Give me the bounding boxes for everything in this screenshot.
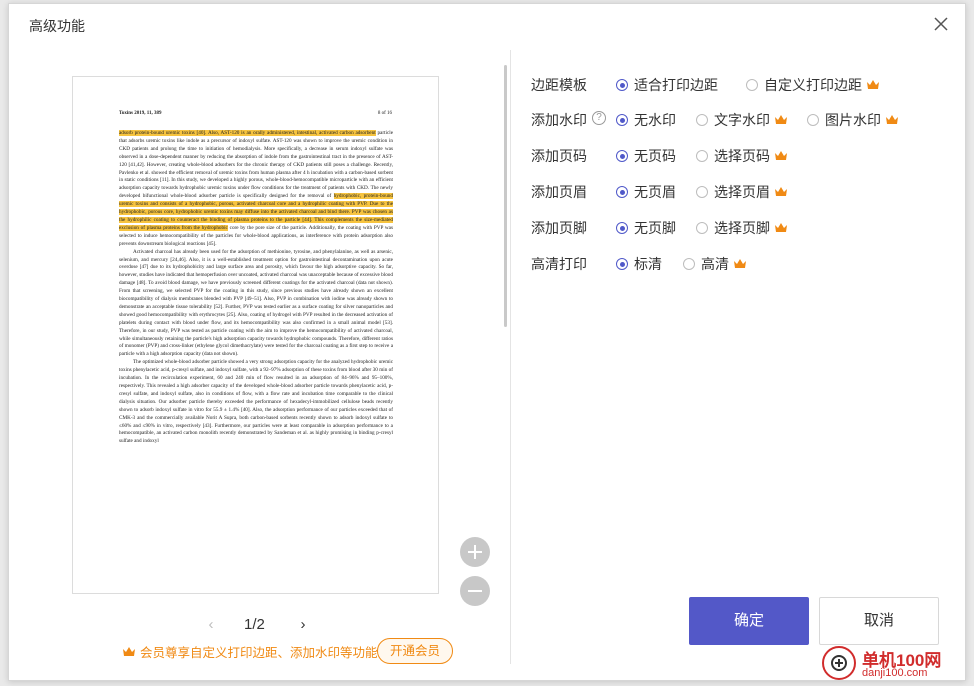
radio-button-icon <box>696 114 708 126</box>
vip-crown-icon <box>734 259 746 268</box>
confirm-button[interactable]: 确定 <box>689 597 809 645</box>
vip-crown-icon <box>867 80 879 89</box>
radio-option[interactable]: 自定义打印边距 <box>746 75 880 95</box>
radio-option[interactable]: 适合打印边距 <box>616 75 718 95</box>
radio-option-label: 自定义打印边距 <box>764 77 862 93</box>
option-label: 添加页眉 <box>531 184 587 200</box>
page-navigator: ‹ 1/2 › <box>204 616 314 636</box>
vip-crown-icon <box>775 151 787 160</box>
document-paragraph: Activated charcoal has already been used… <box>119 249 393 360</box>
vip-crown-icon <box>886 115 898 124</box>
vip-crown-icon <box>775 223 787 232</box>
minus-circle-icon <box>468 590 482 592</box>
radio-button-icon <box>807 114 819 126</box>
vip-promo-text: 会员尊享自定义打印边距、添加水印等功能 <box>140 646 378 660</box>
radio-option-label: 无页码 <box>634 148 676 164</box>
close-icon[interactable] <box>931 14 951 34</box>
radio-button-icon <box>746 79 758 91</box>
radio-button-icon <box>616 150 628 162</box>
prev-page-button[interactable]: ‹ <box>204 616 218 633</box>
option-label: 高清打印 <box>531 256 587 272</box>
radio-option[interactable]: 无页码 <box>616 146 676 166</box>
radio-button-icon <box>616 79 628 91</box>
radio-option[interactable]: 选择页眉 <box>696 182 788 202</box>
option-label: 添加页码 <box>531 148 587 164</box>
radio-option[interactable]: 无页脚 <box>616 218 676 238</box>
panel-divider <box>510 50 511 664</box>
radio-button-icon <box>696 222 708 234</box>
highlighted-text: adsorb protein-bound uremic toxins [40].… <box>119 130 376 136</box>
option-row: 高清打印 标清 高清 <box>531 252 951 274</box>
plus-circle-icon <box>468 545 482 559</box>
radio-option[interactable]: 标清 <box>616 254 662 274</box>
site-watermark: 单机100网 danji100.com <box>822 646 972 684</box>
option-row: 添加页眉 无页眉 选择页眉 <box>531 180 951 202</box>
radio-option-label: 图片水印 <box>825 112 881 128</box>
option-row: 边距模板 适合打印边距 自定义打印边距 <box>531 73 951 95</box>
radio-option-label: 无页眉 <box>634 184 676 200</box>
radio-button-icon <box>696 186 708 198</box>
radio-option-label: 无水印 <box>634 112 676 128</box>
radio-option-label: 标清 <box>634 256 662 272</box>
radio-option[interactable]: 文字水印 <box>696 110 788 130</box>
radio-button-icon <box>616 222 628 234</box>
radio-option-label: 文字水印 <box>714 112 770 128</box>
preview-scrollbar[interactable] <box>504 65 507 327</box>
cancel-button[interactable]: 取消 <box>819 597 939 645</box>
radio-button-icon <box>616 258 628 270</box>
document-journal: Toxins 2019, 11, 389 <box>119 111 162 116</box>
document-paragraph: The optimized whole-blood adsorber parti… <box>119 359 393 446</box>
next-page-button[interactable]: › <box>296 616 310 633</box>
radio-option-label: 选择页脚 <box>714 220 770 236</box>
option-row: 添加页脚 无页脚 选择页脚 <box>531 216 951 238</box>
vip-promo: 会员尊享自定义打印边距、添加水印等功能 <box>122 642 378 662</box>
option-label: 边距模板 <box>531 77 587 93</box>
document-preview: Toxins 2019, 11, 389 8 of 16 adsorb prot… <box>72 76 439 594</box>
page-indicator: 1/2 <box>244 616 265 633</box>
document-header: Toxins 2019, 11, 389 8 of 16 <box>119 111 392 121</box>
vip-crown-icon <box>775 187 787 196</box>
open-membership-button[interactable]: 开通会员 <box>377 638 453 664</box>
radio-option[interactable]: 高清 <box>683 254 747 274</box>
radio-button-icon <box>616 114 628 126</box>
paragraph-text: particle that adsorbs uremic toxins like… <box>119 130 393 200</box>
site-logo-icon <box>822 646 856 680</box>
radio-option-label: 无页脚 <box>634 220 676 236</box>
radio-button-icon <box>616 186 628 198</box>
radio-button-icon <box>696 150 708 162</box>
dialog-title: 高级功能 <box>29 18 85 34</box>
radio-option[interactable]: 无水印 <box>616 110 676 130</box>
radio-option[interactable]: 无页眉 <box>616 182 676 202</box>
document-page-number: 8 of 16 <box>377 111 392 116</box>
zoom-out-button[interactable] <box>460 576 490 606</box>
radio-option-label: 选择页码 <box>714 148 770 164</box>
radio-option-label: 高清 <box>701 256 729 272</box>
help-icon[interactable]: ? <box>592 111 606 125</box>
watermark-url: danji100.com <box>862 667 928 679</box>
option-row: 添加水印? 无水印 文字水印 图片水印 <box>531 108 951 130</box>
paragraph-text: The optimized whole-blood adsorber parti… <box>119 359 393 445</box>
option-label: 添加水印 <box>531 112 587 128</box>
radio-option[interactable]: 选择页脚 <box>696 218 788 238</box>
radio-option-label: 适合打印边距 <box>634 77 718 93</box>
document-body: adsorb protein-bound uremic toxins [40].… <box>119 130 393 446</box>
vip-crown-icon <box>775 115 787 124</box>
option-row: 添加页码 无页码 选择页码 <box>531 144 951 166</box>
radio-option[interactable]: 图片水印 <box>807 110 899 130</box>
radio-option[interactable]: 选择页码 <box>696 146 788 166</box>
document-paragraph: adsorb protein-bound uremic toxins [40].… <box>119 130 393 249</box>
option-label: 添加页脚 <box>531 220 587 236</box>
radio-option-label: 选择页眉 <box>714 184 770 200</box>
zoom-in-button[interactable] <box>460 537 490 567</box>
radio-button-icon <box>683 258 695 270</box>
paragraph-text: Activated charcoal has already been used… <box>119 248 393 358</box>
crown-icon <box>123 647 135 656</box>
